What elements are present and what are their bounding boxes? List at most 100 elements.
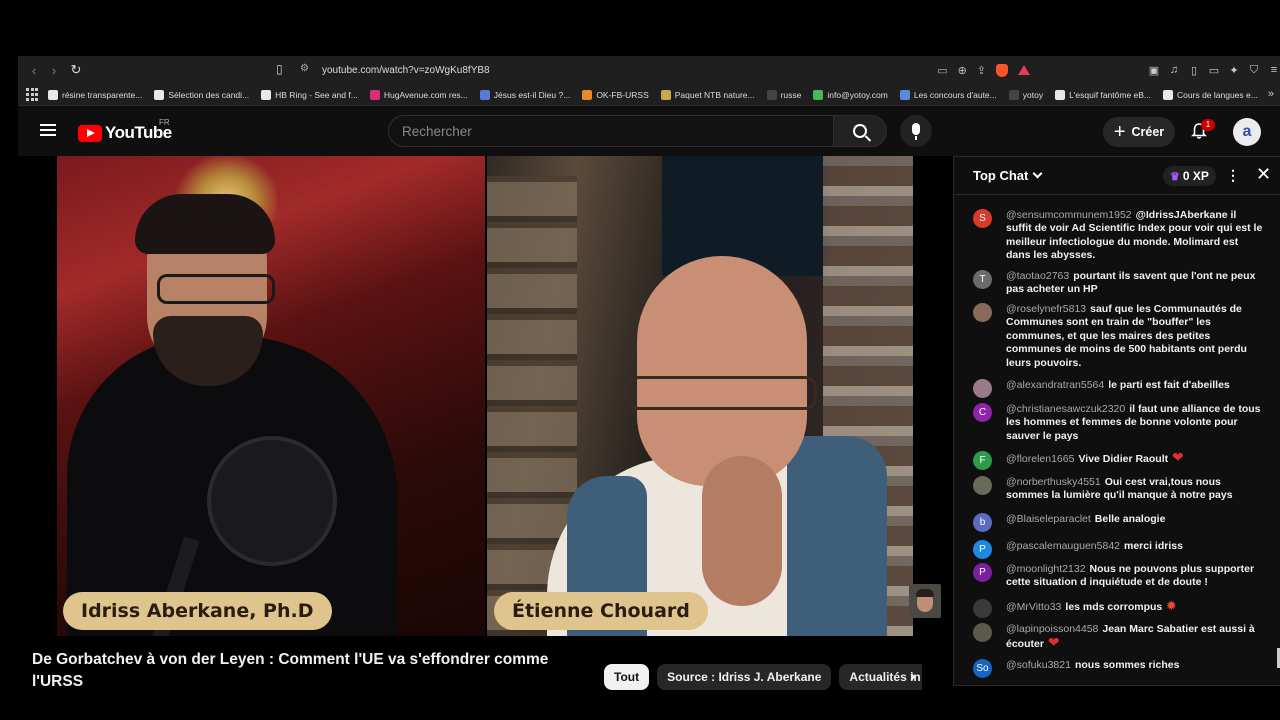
extensions-icon[interactable]: ✦ [1228, 64, 1240, 77]
account-avatar[interactable]: a [1233, 118, 1261, 146]
address-bar[interactable]: ⚙ youtube.com/watch?v=zoWgKu8fYB8 ▭ ⊕ ⇪ [300, 60, 1040, 80]
bookmark-favicon-icon [813, 89, 824, 100]
chat-author-avatar[interactable]: S [973, 209, 992, 228]
chat-author-avatar[interactable]: P [973, 563, 992, 582]
bookmark-item[interactable]: résine transparente... [48, 89, 142, 100]
chat-message[interactable]: b @Blaiseleparaclet Belle analogie [973, 513, 1263, 532]
chat-author-name[interactable]: @taotao2763 [1006, 270, 1069, 282]
bookmark-item[interactable]: L'esquif fantôme eB... [1055, 89, 1151, 100]
chat-author-name[interactable]: @norberthusky4551 [1006, 476, 1101, 488]
chat-author-avatar[interactable]: F [973, 451, 992, 470]
chat-author-avatar[interactable]: C [973, 403, 992, 422]
chat-mode-dropdown[interactable]: Top Chat [973, 168, 1043, 183]
chat-message[interactable]: @lapinpoisson4458 Jean Marc Sabatier est … [973, 623, 1263, 652]
wallet-icon[interactable]: ▭ [1208, 64, 1220, 77]
menu-icon[interactable]: ≡ [1268, 64, 1280, 76]
chat-message[interactable]: P @moonlight2132 Nous ne pouvons plus supp… [973, 563, 1263, 590]
reload-icon[interactable]: ↻ [66, 60, 86, 80]
back-icon[interactable]: ‹ [24, 60, 44, 80]
create-button[interactable]: + Créer [1103, 117, 1175, 147]
bookmark-item[interactable]: russe [766, 89, 801, 100]
chat-author-avatar[interactable] [973, 379, 992, 398]
chat-message[interactable]: T @taotao2763 pourtant ils savent que l'on… [973, 270, 1263, 297]
bookmark-item[interactable]: Cours de langues e... [1163, 89, 1258, 100]
cast-icon[interactable]: ▭ [937, 64, 947, 77]
bookmark-item[interactable]: OK-FB-URSS [582, 89, 649, 100]
music-icon[interactable]: ♫ [1168, 64, 1180, 76]
bookmark-item[interactable]: info@yotoy.com [813, 89, 888, 100]
xp-badge[interactable]: ♛ 0 XP [1163, 166, 1216, 186]
bookmark-item[interactable]: HugAvenue.com res... [369, 89, 468, 100]
bookmark-item[interactable]: yotoy [1008, 89, 1043, 100]
bookmark-item[interactable]: HB Ring - See and f... [261, 89, 358, 100]
chat-author-avatar[interactable]: T [973, 270, 992, 289]
chat-author-avatar[interactable] [973, 476, 992, 495]
search-box[interactable] [388, 115, 834, 147]
chat-message[interactable]: @MrVitto33 les mds corrompus ✹ [973, 599, 1263, 618]
search-input[interactable] [389, 116, 809, 146]
chat-message[interactable]: S @sensumcommunem1952 @IdrissJAberkane il … [973, 209, 1263, 263]
vpn-icon[interactable]: ⛉ [1248, 64, 1260, 77]
sidebar-icon[interactable]: ▯ [1188, 64, 1200, 77]
heart-emoji-icon: ❤ [1043, 634, 1060, 651]
chat-author-avatar[interactable] [973, 303, 992, 322]
chat-author-avatar[interactable]: b [973, 513, 992, 532]
chat-message[interactable]: C @christianesawczuk2320 il faut une allia… [973, 403, 1263, 443]
bookmark-item[interactable]: Paquet NTB nature... [660, 89, 755, 100]
speaker-right-vest-2 [787, 436, 887, 636]
chat-author-name[interactable]: @alexandratran5564 [1006, 379, 1104, 391]
share-icon[interactable]: ⇪ [977, 64, 986, 77]
chat-messages[interactable]: S @sensumcommunem1952 @IdrissJAberkane il … [954, 195, 1280, 685]
site-settings-icon[interactable]: ⚙ [300, 63, 314, 77]
more-options-icon[interactable]: ⋮ [1226, 167, 1240, 184]
chat-author-name[interactable]: @Blaiseleparaclet [1006, 513, 1091, 525]
search-button[interactable] [833, 115, 887, 147]
youtube-play-icon [78, 124, 102, 142]
search-icon [853, 124, 867, 138]
filter-chip[interactable]: Tout [604, 664, 650, 690]
chat-author-name[interactable]: @christianesawczuk2320 [1006, 403, 1125, 415]
bookmark-label: Sélection des candi... [168, 89, 250, 100]
close-icon[interactable]: ✕ [1256, 164, 1271, 185]
channel-watermark[interactable] [909, 584, 941, 618]
chat-message-text: nous sommes riches [1074, 659, 1180, 671]
chat-author-name[interactable]: @MrVitto33 [1006, 601, 1061, 613]
chat-author-avatar[interactable] [973, 623, 992, 642]
tab-icon[interactable]: ▣ [1148, 64, 1160, 77]
more-bookmarks-icon[interactable]: » [1268, 88, 1274, 100]
bookmark-favicon-icon [154, 89, 165, 100]
chat-author-avatar[interactable] [973, 599, 992, 618]
chat-author-name[interactable]: @florelen1665 [1006, 453, 1074, 465]
brave-rewards-icon[interactable] [1018, 65, 1030, 75]
chat-message[interactable]: P @pascalemauguen5842 merci idriss [973, 540, 1263, 559]
chat-message[interactable]: @alexandratran5564 le parti est fait d'ab… [973, 379, 1263, 398]
chat-author-name[interactable]: @roselynefr5813 [1006, 303, 1086, 315]
url-text[interactable]: youtube.com/watch?v=zoWgKu8fYB8 [322, 65, 490, 76]
chat-author-name[interactable]: @sensumcommunem1952 [1006, 209, 1132, 221]
voice-search-button[interactable] [900, 115, 932, 147]
bookmark-item[interactable]: Sélection des candi... [154, 89, 250, 100]
chat-author-name[interactable]: @sofuku3821 [1006, 659, 1071, 671]
bookmark-item[interactable]: Jésus est-il Dieu ?... [479, 89, 570, 100]
hamburger-menu-icon[interactable] [40, 124, 56, 136]
chat-message[interactable]: F @florelen1665 Vive Didier Raoult ❤ [973, 450, 1263, 470]
chat-author-name[interactable]: @lapinpoisson4458 [1006, 623, 1098, 635]
chat-message[interactable]: @roselynefr5813 sauf que les Communautés … [973, 303, 1263, 370]
filter-chip[interactable]: Source : Idriss J. Aberkane [657, 664, 832, 690]
video-player[interactable]: Idriss Aberkane, Ph.D Étienne Chouard [18, 156, 952, 636]
chat-message[interactable]: So @sofuku3821 nous sommes riches [973, 659, 1263, 678]
youtube-logo[interactable]: YouTube FR [78, 118, 172, 143]
chat-author-name[interactable]: @moonlight2132 [1006, 563, 1086, 575]
bookmark-label: HB Ring - See and f... [275, 89, 358, 100]
chevron-right-icon[interactable]: › [910, 668, 915, 686]
chat-message[interactable]: @norberthusky4551 Oui cest vrai,tous nous… [973, 476, 1263, 503]
apps-icon[interactable] [26, 87, 40, 102]
chat-author-avatar[interactable]: So [973, 659, 992, 678]
chat-author-avatar[interactable]: P [973, 540, 992, 559]
bookmark-icon[interactable]: ▯ [276, 62, 292, 78]
bookmark-item[interactable]: Les concours d'aute... [899, 89, 997, 100]
forward-icon[interactable]: › [44, 60, 64, 80]
zoom-icon[interactable]: ⊕ [958, 64, 967, 77]
brave-shield-icon[interactable] [996, 63, 1008, 77]
chat-author-name[interactable]: @pascalemauguen5842 [1006, 540, 1120, 552]
